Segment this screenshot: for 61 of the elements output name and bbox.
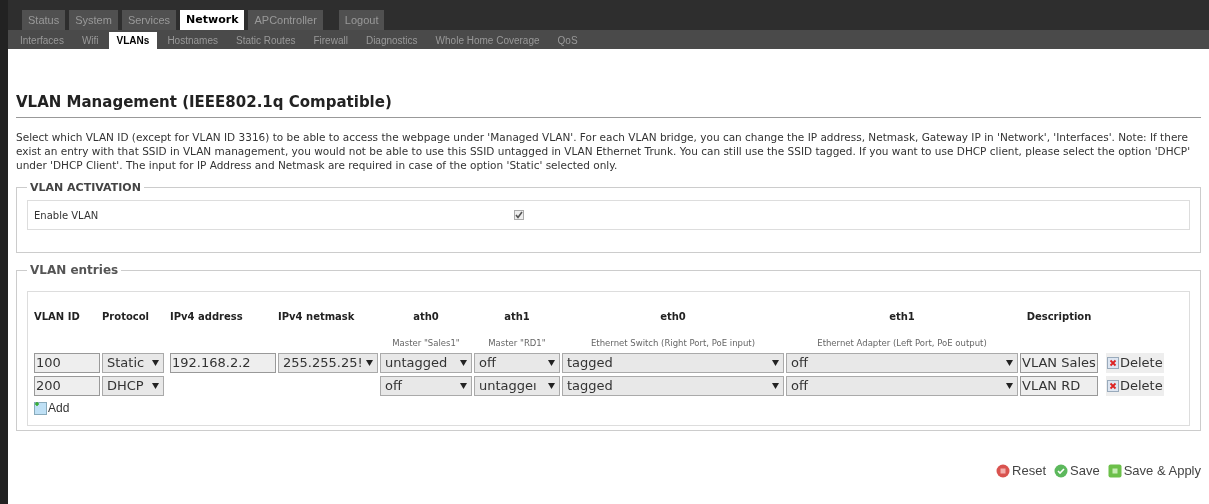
caret-icon — [460, 359, 467, 366]
column-header: IPv4 address — [170, 311, 243, 322]
caret-icon — [548, 359, 555, 366]
reset-button[interactable]: Reset — [996, 460, 1047, 481]
caret-icon — [1006, 382, 1013, 389]
column-header: ath1 — [504, 311, 530, 322]
column-subheader: Master "Sales1" — [392, 338, 460, 348]
vlan-id-field[interactable]: 200 — [34, 375, 100, 396]
apply-button[interactable]: Save & Apply — [1107, 460, 1201, 481]
ath0-dropdown[interactable]: off — [380, 375, 472, 396]
enable-vlan-label: Enable VLAN — [34, 208, 100, 223]
column-header: eth1 — [889, 311, 915, 322]
delete-button[interactable]: Delete — [1106, 353, 1164, 373]
eth1-dropdown[interactable]: off — [786, 375, 1018, 396]
page-title: VLAN Management (IEEE802.1q Compatible) — [16, 91, 1201, 118]
close-icon — [1107, 379, 1119, 392]
ath0-dropdown[interactable]: untagged — [380, 352, 472, 373]
caret-icon — [548, 382, 555, 389]
eth1-dropdown[interactable]: off — [786, 352, 1018, 373]
caret-icon — [772, 382, 779, 389]
eth0-dropdown[interactable]: tagged — [562, 352, 784, 373]
caret-icon — [152, 382, 159, 389]
column-header: Description — [1026, 311, 1092, 322]
description-field[interactable]: VLAN RD — [1020, 375, 1098, 396]
enable-vlan-checkbox[interactable] — [514, 210, 524, 220]
caret-icon — [152, 359, 159, 366]
nav-tab[interactable]: Network — [180, 10, 245, 30]
column-header: VLAN ID — [34, 311, 80, 322]
netmask-dropdown[interactable]: 255.255.25! — [278, 352, 378, 373]
checkmark-icon — [1054, 463, 1069, 478]
save-apply-icon — [1107, 463, 1122, 478]
caret-icon — [772, 359, 779, 366]
column-header: eth0 — [660, 311, 686, 322]
close-icon — [1107, 356, 1119, 369]
column-subheader: Master "RD1" — [488, 338, 546, 348]
section-legend: VLAN entries — [27, 261, 122, 279]
column-header: IPv4 netmask — [278, 311, 355, 322]
caret-icon — [366, 359, 373, 366]
column-subheader: Ethernet Adapter (Left Port, PoE output) — [817, 338, 987, 348]
add-icon — [34, 400, 48, 415]
caret-icon — [1006, 359, 1013, 366]
ath1-dropdown[interactable]: off — [474, 352, 560, 373]
column-header: ath0 — [413, 311, 439, 322]
caret-icon — [460, 382, 467, 389]
eth0-dropdown[interactable]: tagged — [562, 375, 784, 396]
reset-icon — [996, 463, 1011, 478]
add-button[interactable]: Add — [34, 398, 70, 417]
section-legend: VLAN ACTIVATION — [27, 179, 144, 196]
ip-address-field[interactable]: 192.168.2.2 — [170, 352, 276, 373]
vlan-id-field[interactable]: 100 — [34, 352, 100, 373]
column-subheader: Ethernet Switch (Right Port, PoE input) — [590, 338, 756, 348]
sub-tab[interactable]: VLANs — [108, 32, 158, 49]
column-header: Protocol — [102, 311, 149, 322]
ath1-dropdown[interactable]: untaggeı — [474, 375, 560, 396]
protocol-dropdown[interactable]: DHCP — [102, 375, 164, 396]
delete-button[interactable]: Delete — [1106, 376, 1164, 396]
description-text: Select which VLAN ID (except for VLAN ID 3316) to be able to access the webpage under 'Managed VLAN'. For each VLAN bridge, you can change the IP address, Netmask, Gateway IP in 'Network', 'Interfaces'. Note: If there exist an entry with that SSID in VLAN management, you would not be able to use this SSID untagged in VLAN Ethernet Trunk. You can still use the SSID tagged. If you want to use DHCP client, please select the option 'DHCP' under 'DHCP Client'. The input for IP Address and Netmask are required in case of the option 'Static' selected only. — [16, 129, 1192, 172]
protocol-dropdown[interactable]: Static — [102, 352, 164, 373]
description-field[interactable]: VLAN Sales — [1020, 352, 1098, 373]
save-button[interactable]: Save — [1054, 460, 1100, 481]
checkmark-icon — [515, 211, 523, 219]
